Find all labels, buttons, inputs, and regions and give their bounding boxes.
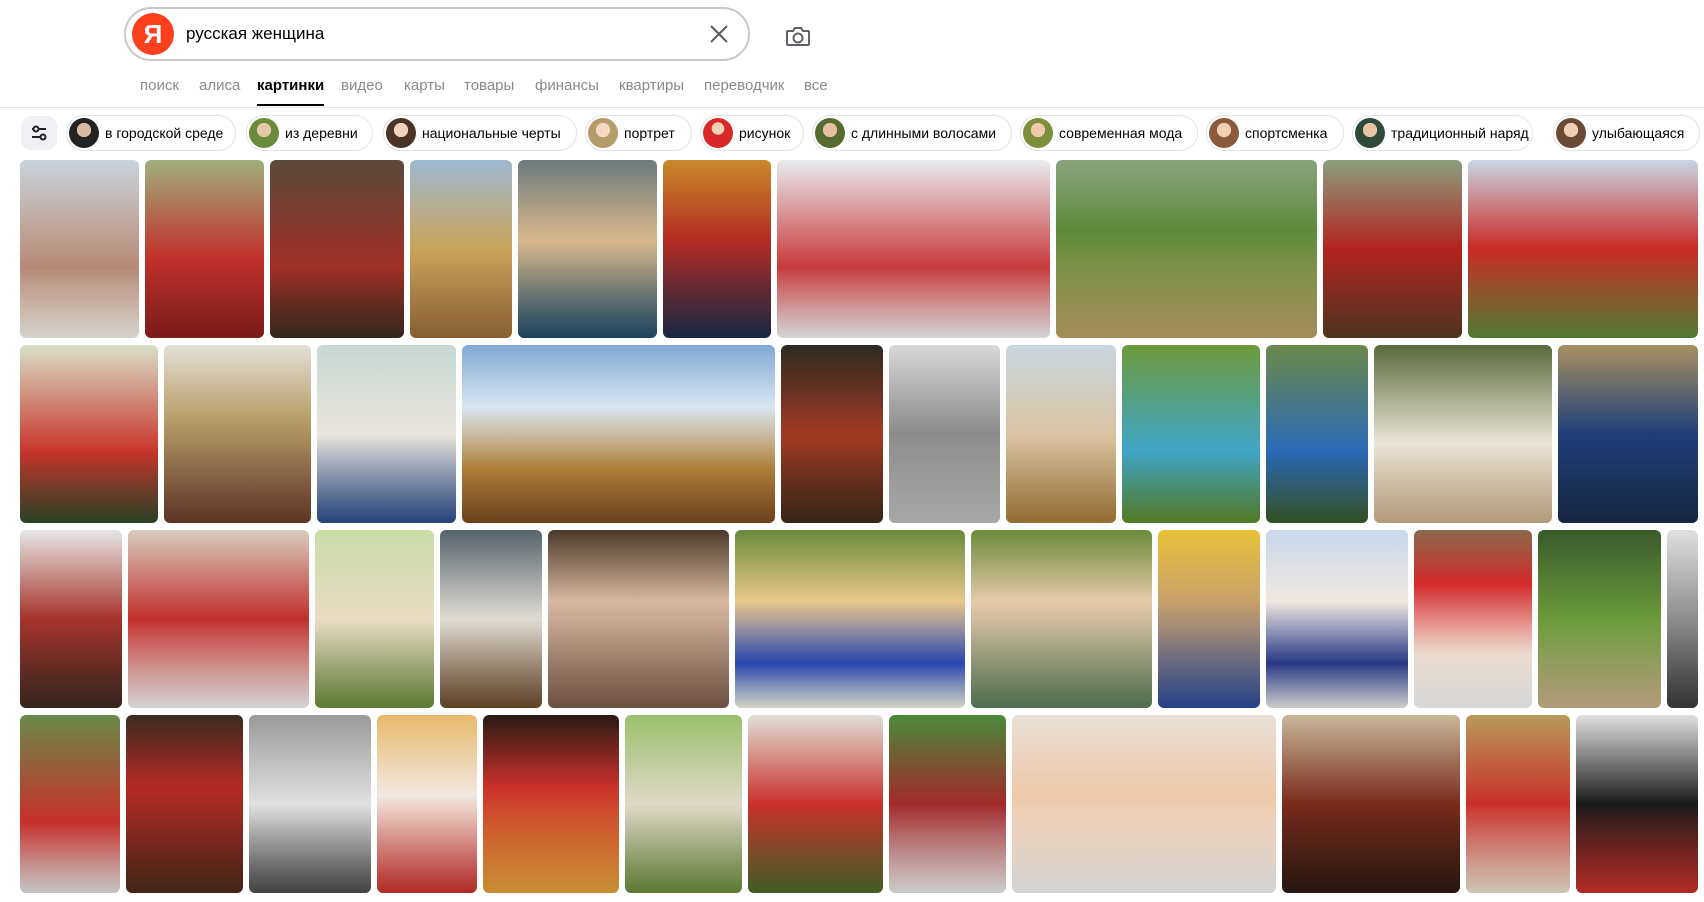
filter-chip[interactable]: улыбающаяся [1553, 115, 1700, 151]
image-result[interactable] [777, 160, 1050, 338]
image-result[interactable] [1576, 715, 1698, 893]
chip-label: рисунок [739, 125, 791, 141]
chip-label: портрет [624, 125, 675, 141]
chip-label: традиционный наряд [1391, 125, 1529, 141]
camera-icon[interactable] [782, 20, 814, 52]
image-result[interactable] [315, 530, 434, 708]
tab-goods[interactable]: товары [464, 76, 514, 106]
chip-thumbnail [386, 118, 416, 148]
image-result[interactable] [317, 345, 456, 523]
image-result[interactable] [1266, 345, 1368, 523]
tab-realty[interactable]: квартиры [619, 76, 684, 106]
image-result[interactable] [1056, 160, 1317, 338]
image-result[interactable] [1323, 160, 1462, 338]
image-result[interactable] [1538, 530, 1661, 708]
chip-thumbnail [703, 118, 733, 148]
tab-search[interactable]: поиск [140, 76, 179, 106]
filter-chip[interactable]: современная мода [1020, 115, 1198, 151]
chip-thumbnail [1355, 118, 1385, 148]
image-result[interactable] [483, 715, 619, 893]
tab-images[interactable]: картинки [257, 76, 325, 106]
image-result[interactable] [20, 160, 139, 338]
image-result[interactable] [410, 160, 512, 338]
image-result[interactable] [270, 160, 404, 338]
search-input[interactable]: русская женщина [186, 24, 324, 44]
image-result[interactable] [164, 345, 311, 523]
close-icon[interactable] [708, 23, 730, 45]
image-result[interactable] [971, 530, 1152, 708]
image-result[interactable] [518, 160, 657, 338]
image-result[interactable] [462, 345, 775, 523]
image-result[interactable] [1558, 345, 1698, 523]
image-result[interactable] [748, 715, 883, 893]
image-result[interactable] [1012, 715, 1276, 893]
image-result[interactable] [128, 530, 309, 708]
image-result[interactable] [889, 345, 1000, 523]
tab-finance[interactable]: финансы [535, 76, 599, 106]
image-result[interactable] [1158, 530, 1260, 708]
chip-label: улыбающаяся [1592, 125, 1685, 141]
image-result[interactable] [1122, 345, 1260, 523]
filter-chip[interactable]: в городской среде [66, 115, 236, 151]
image-result[interactable] [781, 345, 883, 523]
tab-video[interactable]: видео [341, 76, 383, 106]
image-result[interactable] [126, 715, 243, 893]
filter-chip[interactable]: из деревни [246, 115, 373, 151]
filter-chip[interactable]: с длинными волосами [812, 115, 1012, 151]
chip-label: современная мода [1059, 125, 1183, 141]
image-result[interactable] [249, 715, 371, 893]
sliders-icon[interactable] [21, 116, 57, 150]
filter-chip[interactable]: традиционный наряд [1352, 115, 1533, 151]
image-result[interactable] [377, 715, 477, 893]
yandex-logo[interactable]: Я [132, 13, 174, 55]
header-divider [0, 107, 1704, 108]
image-result[interactable] [145, 160, 264, 338]
image-result[interactable] [889, 715, 1006, 893]
image-result[interactable] [663, 160, 771, 338]
chip-label: в городской среде [105, 125, 224, 141]
chip-thumbnail [249, 118, 279, 148]
chip-thumbnail [1556, 118, 1586, 148]
chip-thumbnail [69, 118, 99, 148]
chip-label: из деревни [285, 125, 358, 141]
tab-alice[interactable]: алиса [199, 76, 240, 106]
image-result[interactable] [1374, 345, 1552, 523]
chip-thumbnail [588, 118, 618, 148]
filter-chip[interactable]: спортсменка [1206, 115, 1344, 151]
image-result[interactable] [1468, 160, 1698, 338]
image-result[interactable] [20, 715, 120, 893]
image-result[interactable] [440, 530, 542, 708]
chip-thumbnail [815, 118, 845, 148]
image-result[interactable] [1006, 345, 1116, 523]
image-result[interactable] [1414, 530, 1532, 708]
tab-all[interactable]: все [804, 76, 828, 106]
chip-label: национальные черты [422, 125, 561, 141]
image-result[interactable] [735, 530, 965, 708]
filter-chip[interactable]: рисунок [700, 115, 804, 151]
tab-maps[interactable]: карты [404, 76, 445, 106]
chip-label: с длинными волосами [851, 125, 997, 141]
image-result[interactable] [1266, 530, 1408, 708]
chip-thumbnail [1209, 118, 1239, 148]
image-result[interactable] [20, 345, 158, 523]
chip-thumbnail [1023, 118, 1053, 148]
image-result[interactable] [625, 715, 742, 893]
image-result[interactable] [1667, 530, 1698, 708]
image-result[interactable] [1466, 715, 1570, 893]
filter-chip[interactable]: портрет [585, 115, 692, 151]
image-result[interactable] [548, 530, 729, 708]
filter-chip[interactable]: национальные черты [383, 115, 577, 151]
image-result[interactable] [20, 530, 122, 708]
image-result[interactable] [1282, 715, 1460, 893]
tab-translator[interactable]: переводчик [704, 76, 784, 106]
search-box[interactable]: Я русская женщина [124, 7, 750, 61]
chip-label: спортсменка [1245, 125, 1328, 141]
